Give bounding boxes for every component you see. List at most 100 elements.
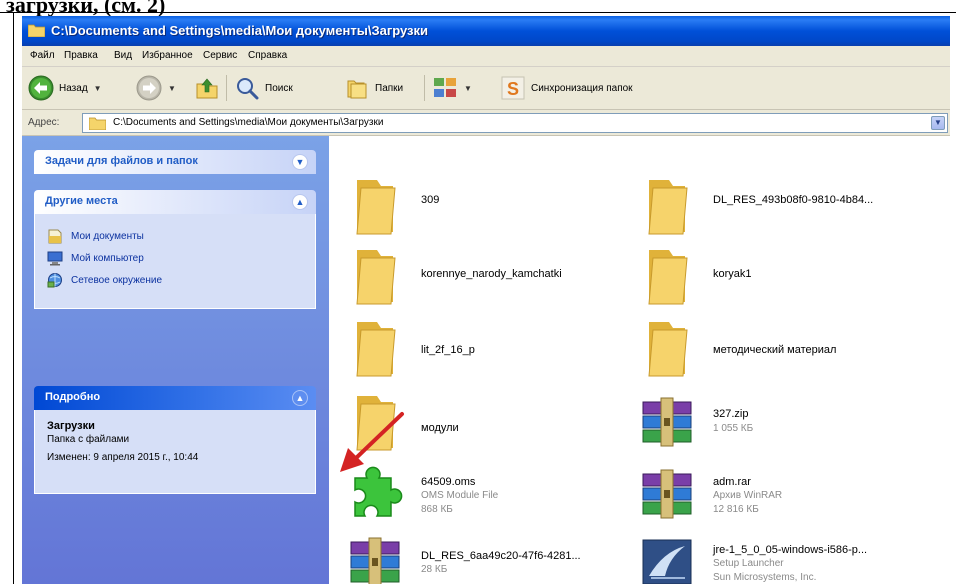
- views-button[interactable]: ▼: [432, 73, 472, 103]
- chevron-down-icon[interactable]: ▼: [94, 84, 102, 93]
- places-panel-body: Мои документы Мой компьютер Сетевое окру…: [34, 214, 316, 309]
- file-list: 309 DL_RES_493b08f0-9810-4b84... korenny…: [329, 136, 950, 584]
- menu-bar: Файл Правка Вид Избранное Сервис Справка: [22, 46, 950, 67]
- window-title: C:\Documents and Settings\media\Мои доку…: [51, 23, 429, 38]
- place-label: Сетевое окружение: [71, 274, 163, 286]
- chevron-up-icon[interactable]: ▲: [292, 194, 308, 210]
- folder-icon: [648, 250, 688, 305]
- place-network[interactable]: Сетевое окружение: [47, 272, 162, 288]
- folder-icon: [648, 322, 688, 377]
- forward-button[interactable]: ▼: [136, 73, 176, 103]
- up-folder-icon: [196, 78, 218, 99]
- file-item[interactable]: DL_RES_493b08f0-9810-4b84...: [639, 176, 929, 240]
- setup-launcher-icon: [642, 539, 692, 584]
- file-item[interactable]: korennye_narody_kamchatki: [347, 246, 637, 310]
- file-name: jre-1_5_0_05-windows-i586-p...: [713, 544, 868, 556]
- menu-favorites[interactable]: Избранное: [142, 50, 193, 61]
- folders-button[interactable]: Папки: [344, 73, 403, 103]
- place-my-documents[interactable]: Мои документы: [47, 228, 144, 244]
- file-name: adm.rar: [713, 476, 751, 488]
- chevron-down-icon[interactable]: ▼: [464, 84, 472, 93]
- tasks-panel-title: Задачи для файлов и папок: [45, 155, 198, 167]
- file-name: koryak1: [713, 268, 752, 280]
- search-button[interactable]: Поиск: [234, 73, 293, 103]
- details-modified: Изменен: 9 апреля 2015 г., 10:44: [47, 452, 199, 463]
- details-kind: Папка с файлами: [47, 434, 130, 445]
- sync-icon: S: [501, 76, 525, 100]
- address-value: C:\Documents and Settings\media\Мои доку…: [113, 117, 384, 128]
- details-panel-header[interactable]: Подробно ▲: [34, 386, 316, 410]
- details-name: Загрузки: [47, 420, 95, 432]
- toolbar-separator: [226, 75, 227, 101]
- document-rule: [0, 12, 956, 13]
- chevron-down-icon[interactable]: ▼: [292, 154, 308, 170]
- title-bar[interactable]: C:\Documents and Settings\media\Мои доку…: [22, 16, 950, 46]
- views-icon: [434, 78, 456, 97]
- file-item[interactable]: lit_2f_16_p: [347, 318, 637, 382]
- file-type: Setup Launcher: [713, 558, 784, 569]
- menu-file[interactable]: Файл: [30, 50, 55, 61]
- folder-icon: [648, 180, 688, 235]
- file-size: 1 055 КБ: [713, 423, 754, 434]
- svg-text:S: S: [507, 79, 519, 99]
- file-name: DL_RES_493b08f0-9810-4b84...: [713, 194, 874, 206]
- file-type: OMS Module File: [421, 490, 499, 501]
- places-panel-title: Другие места: [45, 195, 118, 207]
- address-input[interactable]: C:\Documents and Settings\media\Мои доку…: [82, 113, 948, 133]
- details-panel-body: Загрузки Папка с файлами Изменен: 9 апре…: [34, 410, 316, 494]
- file-item[interactable]: DL_RES_6aa49c20-47f6-4281... 28 КБ: [347, 532, 637, 584]
- file-size: 868 КБ: [421, 504, 453, 515]
- file-item[interactable]: koryak1: [639, 246, 929, 310]
- back-arrow-icon: [28, 75, 54, 101]
- search-icon: [237, 78, 259, 100]
- chevron-down-icon[interactable]: ▼: [168, 84, 176, 93]
- search-label: Поиск: [265, 82, 293, 94]
- menu-view[interactable]: Вид: [114, 50, 132, 61]
- explorer-window: C:\Documents and Settings\media\Мои доку…: [22, 16, 950, 584]
- my-documents-icon: [48, 229, 62, 244]
- menu-help[interactable]: Справка: [248, 50, 287, 61]
- file-name: 327.zip: [713, 408, 749, 420]
- chevron-up-icon[interactable]: ▲: [292, 390, 308, 406]
- place-label: Мой компьютер: [71, 252, 144, 264]
- winrar-archive-icon: [642, 469, 692, 519]
- sync-folders-button[interactable]: S Синхронизация папок: [500, 73, 633, 103]
- file-type: Архив WinRAR: [713, 490, 783, 501]
- file-size: 28 КБ: [421, 564, 448, 575]
- menu-edit[interactable]: Правка: [64, 50, 98, 61]
- file-name: lit_2f_16_p: [421, 344, 475, 356]
- folders-icon: [347, 80, 367, 99]
- my-computer-icon: [47, 251, 63, 266]
- file-item[interactable]: 327.zip 1 055 КБ: [639, 392, 929, 456]
- file-item[interactable]: adm.rar Архив WinRAR 12 816 КБ: [639, 464, 929, 528]
- file-size: 12 816 КБ: [713, 504, 759, 515]
- task-pane: Задачи для файлов и папок ▼ Другие места…: [22, 136, 329, 584]
- folder-icon: [28, 24, 45, 37]
- file-name: DL_RES_6aa49c20-47f6-4281...: [421, 550, 581, 562]
- toolbar: Назад ▼ ▼ Поиск Папки ▼ S Синхронизация …: [22, 67, 950, 110]
- file-item[interactable]: 309: [347, 176, 637, 240]
- places-panel-header[interactable]: Другие места ▲: [34, 190, 316, 214]
- address-bar: Адрес: C:\Documents and Settings\media\М…: [22, 110, 950, 136]
- document-border-line: [13, 12, 14, 584]
- tasks-panel-header[interactable]: Задачи для файлов и папок ▼: [34, 150, 316, 174]
- forward-arrow-icon: [136, 75, 162, 101]
- address-label: Адрес:: [28, 117, 60, 128]
- place-my-computer[interactable]: Мой компьютер: [47, 250, 144, 266]
- folder-icon: [356, 250, 396, 305]
- file-name: 64509.oms: [421, 476, 476, 488]
- file-name: 309: [421, 194, 440, 206]
- file-item[interactable]: методический материал: [639, 318, 929, 382]
- file-publisher: Sun Microsystems, Inc.: [713, 572, 817, 583]
- document-heading: загрузки, (см. 2): [6, 0, 166, 17]
- folder-icon: [356, 180, 396, 235]
- network-icon: [47, 273, 62, 288]
- winrar-archive-icon: [642, 397, 692, 447]
- up-folder-button[interactable]: [194, 73, 220, 103]
- back-label: Назад: [59, 82, 88, 94]
- toolbar-separator: [424, 75, 425, 101]
- back-button[interactable]: Назад ▼: [28, 73, 102, 103]
- menu-tools[interactable]: Сервис: [203, 50, 237, 61]
- file-item[interactable]: jre-1_5_0_05-windows-i586-p... Setup Lau…: [639, 532, 929, 584]
- chevron-down-icon[interactable]: ▼: [931, 116, 945, 130]
